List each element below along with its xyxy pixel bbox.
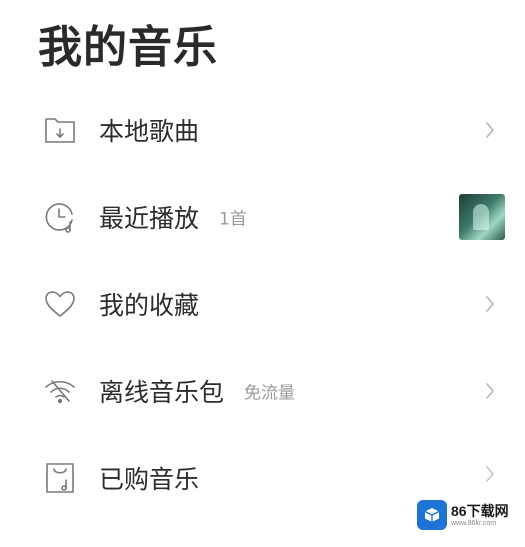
folder-download-icon (42, 112, 78, 148)
watermark-name: 86下载网 (451, 502, 509, 519)
menu-item-local-songs[interactable]: 本地歌曲 (0, 86, 525, 173)
menu-item-offline-pack[interactable]: 离线音乐包 免流量 (0, 347, 525, 434)
menu-item-label: 已购音乐 (99, 464, 200, 494)
wifi-icon (42, 373, 78, 409)
menu-item-label: 本地歌曲 (99, 116, 200, 146)
album-art (473, 203, 489, 230)
menu-item-favorites[interactable]: 我的收藏 (0, 260, 525, 347)
chevron-right-icon (483, 120, 497, 140)
shopping-bag-music-icon (42, 460, 78, 496)
free-data-badge: 免流量 (244, 383, 295, 403)
heart-icon (42, 286, 78, 322)
play-count-badge: 1首 (219, 209, 247, 229)
chevron-right-icon (483, 464, 497, 484)
page-title: 我的音乐 (38, 22, 218, 73)
menu-item-label: 最近播放 (99, 203, 200, 233)
clock-music-icon (42, 199, 78, 235)
my-music-page: 我的音乐 本地歌曲 最近播放 1首 我的收藏 离线音乐包 免流量 已购音乐 86… (0, 0, 525, 547)
menu-item-recent[interactable]: 最近播放 1首 (0, 173, 525, 260)
menu-item-label: 我的收藏 (99, 290, 200, 320)
chevron-right-icon (483, 381, 497, 401)
menu-item-label: 离线音乐包 (99, 377, 225, 407)
cube-logo-icon (417, 500, 447, 530)
album-thumbnail[interactable] (459, 193, 505, 240)
chevron-right-icon (483, 294, 497, 314)
music-menu: 本地歌曲 最近播放 1首 我的收藏 离线音乐包 免流量 已购音乐 (0, 86, 525, 521)
watermark-site: www.86kr.com (451, 519, 497, 527)
site-watermark: 86下载网 www.86kr.com (417, 497, 519, 533)
